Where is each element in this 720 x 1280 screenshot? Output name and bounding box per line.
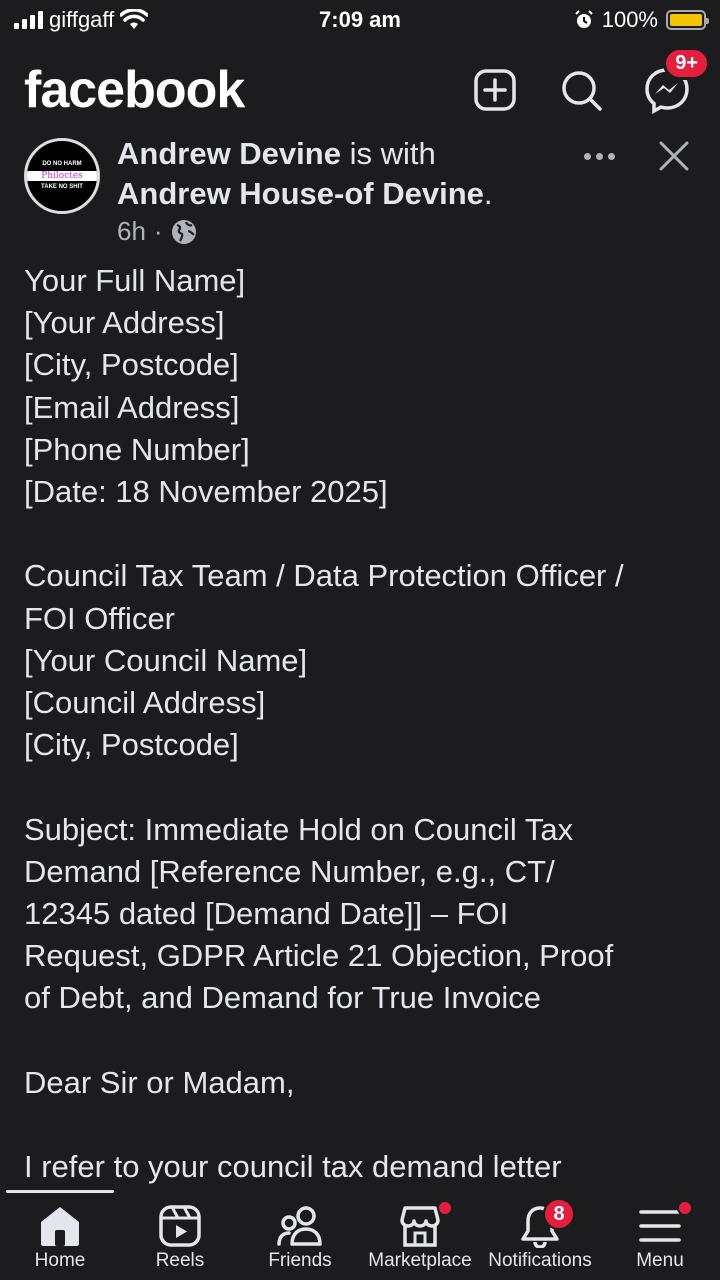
- post-line: Your Full Name]: [24, 263, 246, 298]
- messenger-button[interactable]: 9+: [638, 47, 710, 119]
- friends-icon: [275, 1202, 325, 1250]
- nav-item-home[interactable]: Home: [0, 1194, 120, 1280]
- post-line: [City, Postcode]: [24, 347, 239, 383]
- more-dot-icon: [595, 152, 603, 160]
- tagged-suffix: .: [483, 176, 493, 211]
- app-header: facebook 9+: [0, 47, 720, 126]
- with-text: is with: [340, 136, 436, 171]
- post-body: Your Full Name] [Your Address] [City, Po…: [24, 260, 700, 1231]
- search-button[interactable]: [552, 61, 610, 119]
- battery-icon: [666, 10, 709, 30]
- post-paragraph: I refer to your council tax demand lette…: [24, 1146, 700, 1188]
- reels-icon: [155, 1202, 205, 1250]
- battery-fill: [670, 14, 702, 26]
- avatar-middle-text: Philoctes: [27, 171, 97, 181]
- bottom-nav: Home Reels Friends Marketplace 8 Notific…: [0, 1190, 720, 1280]
- globe-icon: [171, 219, 196, 244]
- post-line: 12345 dated [Demand Date]] – FOI: [24, 896, 509, 932]
- post-line: [Council Address]: [24, 685, 266, 721]
- close-button[interactable]: [652, 134, 696, 178]
- nav-label-menu: Menu: [636, 1250, 684, 1271]
- avatar[interactable]: DO NO HARM Philoctes TAKE NO SHIT: [24, 138, 100, 214]
- more-dot-icon: [607, 152, 615, 160]
- post-line: I refer to your council tax demand lette…: [24, 1149, 562, 1185]
- post-time[interactable]: 6h: [117, 216, 146, 247]
- menu-dot: [677, 1200, 693, 1216]
- marketplace-dot: [437, 1200, 453, 1216]
- create-button[interactable]: [466, 61, 524, 119]
- notifications-badge: 8: [543, 1198, 575, 1230]
- active-tab-indicator: [6, 1190, 114, 1193]
- status-bar: giffgaff 7:09 am 100%: [0, 0, 720, 40]
- header-actions: 9+: [466, 47, 710, 119]
- plus-square-icon: [474, 69, 516, 111]
- post-line: [Date: 18 November 2025]: [24, 474, 388, 510]
- post-line: Subject: Immediate Hold on Council Tax: [24, 811, 574, 847]
- post-line: Council Tax Team / Data Protection Offic…: [24, 558, 624, 594]
- nav-item-marketplace[interactable]: Marketplace: [360, 1194, 480, 1280]
- post-paragraph: Dear Sir or Madam,: [24, 1062, 700, 1104]
- nav-label-friends: Friends: [268, 1250, 332, 1271]
- facebook-logo[interactable]: facebook: [24, 60, 245, 120]
- post-time-line: 6h ·: [117, 216, 557, 247]
- post-paragraph: Subject: Immediate Hold on Council Tax D…: [24, 809, 700, 1020]
- close-icon: [659, 141, 689, 171]
- tagged-name[interactable]: Andrew House-of Devine: [117, 176, 484, 211]
- post-line: of Debt, and Demand for True Invoice: [24, 980, 541, 1016]
- alarm-icon: [575, 10, 593, 28]
- more-dot-icon: [583, 152, 591, 160]
- post-line: Demand [Reference Number, e.g., CT/: [24, 853, 555, 889]
- avatar-bottom-text: TAKE NO SHIT: [41, 184, 83, 190]
- post-paragraph: Your Full Name] [Your Address] [City, Po…: [24, 260, 700, 513]
- post-line: Request, GDPR Article 21 Objection, Proo…: [24, 938, 614, 974]
- bell-icon: 8: [515, 1198, 575, 1250]
- post-meta: Andrew Devine is with Andrew House-of De…: [117, 134, 557, 247]
- post-line: FOI Officer: [24, 600, 176, 636]
- post-line: [Email Address]: [24, 389, 240, 425]
- signal-icon: [14, 11, 43, 29]
- nav-label-notifications: Notifications: [488, 1250, 592, 1271]
- post-header: DO NO HARM Philoctes TAKE NO SHIT Andrew…: [24, 134, 696, 250]
- post-line: [Phone Number]: [24, 431, 250, 467]
- avatar-top-text: DO NO HARM: [42, 161, 82, 167]
- search-icon: [562, 71, 602, 111]
- author-name[interactable]: Andrew Devine: [117, 136, 341, 171]
- post-line: Dear Sir or Madam,: [24, 1064, 295, 1100]
- status-right: 100%: [574, 7, 709, 33]
- home-icon: [35, 1202, 85, 1250]
- nav-item-menu[interactable]: Menu: [600, 1194, 720, 1280]
- messenger-badge: 9+: [663, 47, 710, 80]
- nav-item-notifications[interactable]: 8 Notifications: [480, 1194, 600, 1280]
- tagged-line: Andrew House-of Devine.: [117, 174, 557, 214]
- menu-icon: [635, 1200, 693, 1250]
- nav-item-reels[interactable]: Reels: [120, 1194, 240, 1280]
- post-line: [Your Address]: [24, 305, 225, 341]
- post-line: [City, Postcode]: [24, 727, 239, 763]
- wifi-icon: [120, 9, 149, 29]
- nav-item-friends[interactable]: Friends: [240, 1194, 360, 1280]
- battery-percent: 100%: [601, 7, 658, 32]
- post-line: [Your Council Name]: [24, 642, 308, 678]
- nav-label-home: Home: [34, 1250, 86, 1271]
- nav-label-reels: Reels: [155, 1250, 205, 1271]
- nav-label-marketplace: Marketplace: [368, 1250, 472, 1271]
- carrier-name: giffgaff: [49, 7, 115, 32]
- marketplace-icon: [395, 1200, 453, 1250]
- post-paragraph: Council Tax Team / Data Protection Offic…: [24, 555, 700, 766]
- status-left: giffgaff: [14, 7, 149, 33]
- separator: ·: [153, 216, 163, 246]
- more-options-button[interactable]: [574, 136, 624, 176]
- author-line: Andrew Devine is with: [117, 134, 557, 174]
